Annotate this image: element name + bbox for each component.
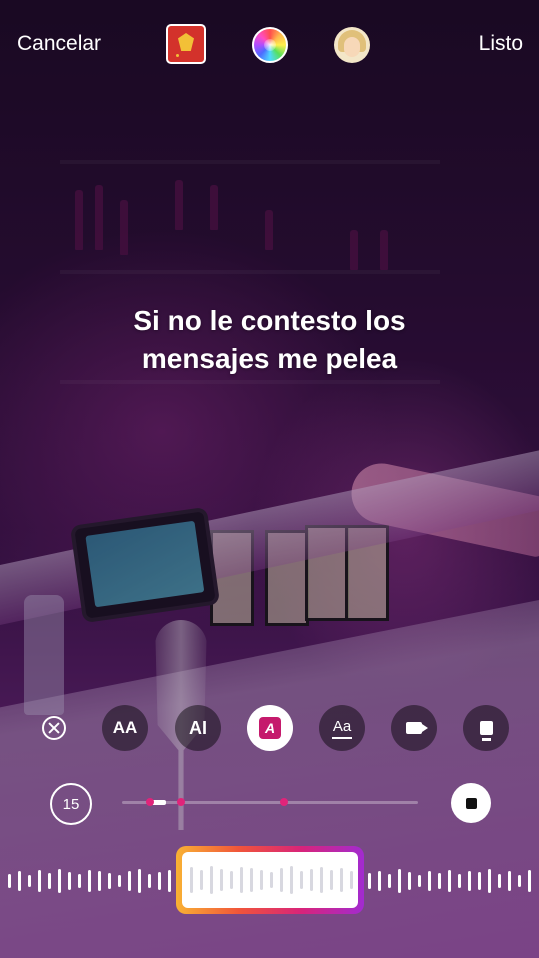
waveform-bar — [418, 875, 421, 887]
waveform-bar — [138, 869, 141, 893]
waveform-bar — [108, 873, 111, 889]
waveform-bar — [190, 867, 193, 893]
waveform-bar — [498, 874, 501, 888]
close-circle-icon[interactable] — [36, 710, 72, 746]
waveform-bar — [68, 872, 71, 890]
stop-icon — [465, 797, 477, 809]
lyrics-caption[interactable]: Si no le contesto los mensajes me pelea — [0, 302, 539, 378]
waveform-bar — [448, 870, 451, 892]
color-wheel-icon[interactable] — [252, 27, 288, 63]
waveform-bar — [368, 873, 371, 889]
waveform-bar — [518, 875, 521, 887]
avatar-face — [344, 37, 360, 57]
waveform-bar — [118, 875, 121, 887]
progress-track[interactable] — [122, 798, 418, 806]
waveform-bar — [528, 870, 531, 892]
caption-line-1: Si no le contesto los — [133, 305, 406, 336]
waveform-bar — [88, 870, 91, 892]
waveform-bar — [438, 873, 441, 889]
waveform-bar — [28, 875, 31, 887]
waveform-bar — [458, 874, 461, 888]
waveform-bar — [220, 869, 223, 891]
clip-selector[interactable] — [176, 846, 364, 914]
text-style-icon: A — [259, 717, 281, 739]
text-style-button[interactable]: A — [247, 705, 293, 751]
waveform-bar — [398, 869, 401, 893]
timeline-marker — [177, 798, 185, 806]
text-underline-label: Aa — [332, 717, 352, 735]
waveform-bar — [330, 870, 333, 890]
waveform-bar — [128, 871, 131, 891]
text-size-button[interactable]: AA — [102, 705, 148, 751]
waveform-bar — [340, 868, 343, 892]
waveform-bar — [408, 872, 411, 890]
waveform-bar — [310, 869, 313, 891]
waveform-bar — [158, 872, 161, 890]
waveform-bar — [388, 874, 391, 888]
timeline-marker — [280, 798, 288, 806]
text-align-button[interactable]: AI — [175, 705, 221, 751]
waveform-bar — [260, 870, 263, 890]
waveform-bar — [468, 871, 471, 891]
stop-button[interactable] — [451, 783, 491, 823]
waveform-bar — [8, 874, 11, 888]
timeline-marker — [146, 798, 154, 806]
waveform-bar — [210, 866, 213, 894]
waveform-bar — [280, 868, 283, 892]
top-bar: Cancelar Listo — [0, 0, 539, 90]
waveform-bar — [78, 874, 81, 888]
waveform-bar — [98, 871, 101, 891]
text-size-icon: AA — [112, 718, 138, 737]
waveform-bar — [300, 871, 303, 889]
waveform-bar — [478, 872, 481, 890]
waveform-bar — [18, 871, 21, 891]
waveform-bar — [350, 871, 353, 889]
text-align-icon: AI — [189, 717, 207, 738]
caption-line-2: mensajes me pelea — [141, 343, 398, 374]
waveform-bar — [38, 870, 41, 892]
text-underline-icon: Aa — [332, 718, 352, 739]
waveform-bar — [270, 872, 273, 888]
duration-button[interactable]: 15 — [50, 783, 92, 825]
waveform-bar — [230, 871, 233, 889]
waveform-bar — [148, 874, 151, 888]
waveform-bar — [488, 869, 491, 893]
waveform-bar — [48, 873, 51, 889]
sticker-icon[interactable] — [166, 24, 206, 64]
waveform-bar — [168, 870, 171, 892]
sticker-display-icon — [479, 721, 493, 741]
waveform-bar — [290, 866, 293, 894]
waveform-bar — [320, 867, 323, 893]
done-button[interactable]: Listo — [479, 32, 523, 56]
avatar-icon[interactable] — [334, 27, 370, 63]
text-underline-button[interactable]: Aa — [319, 705, 365, 751]
waveform-bar — [378, 871, 381, 891]
cancel-button[interactable]: Cancelar — [17, 32, 101, 56]
sticker-display-button[interactable] — [463, 705, 509, 751]
waveform-bar — [240, 867, 243, 893]
video-icon — [406, 722, 428, 734]
waveform-bar — [428, 871, 431, 891]
waveform-bar — [250, 868, 253, 892]
clip-selector-window — [182, 852, 358, 908]
waveform-bar — [58, 869, 61, 893]
waveform-bar — [508, 871, 511, 891]
waveform-bar — [200, 870, 203, 890]
video-button[interactable] — [391, 705, 437, 751]
